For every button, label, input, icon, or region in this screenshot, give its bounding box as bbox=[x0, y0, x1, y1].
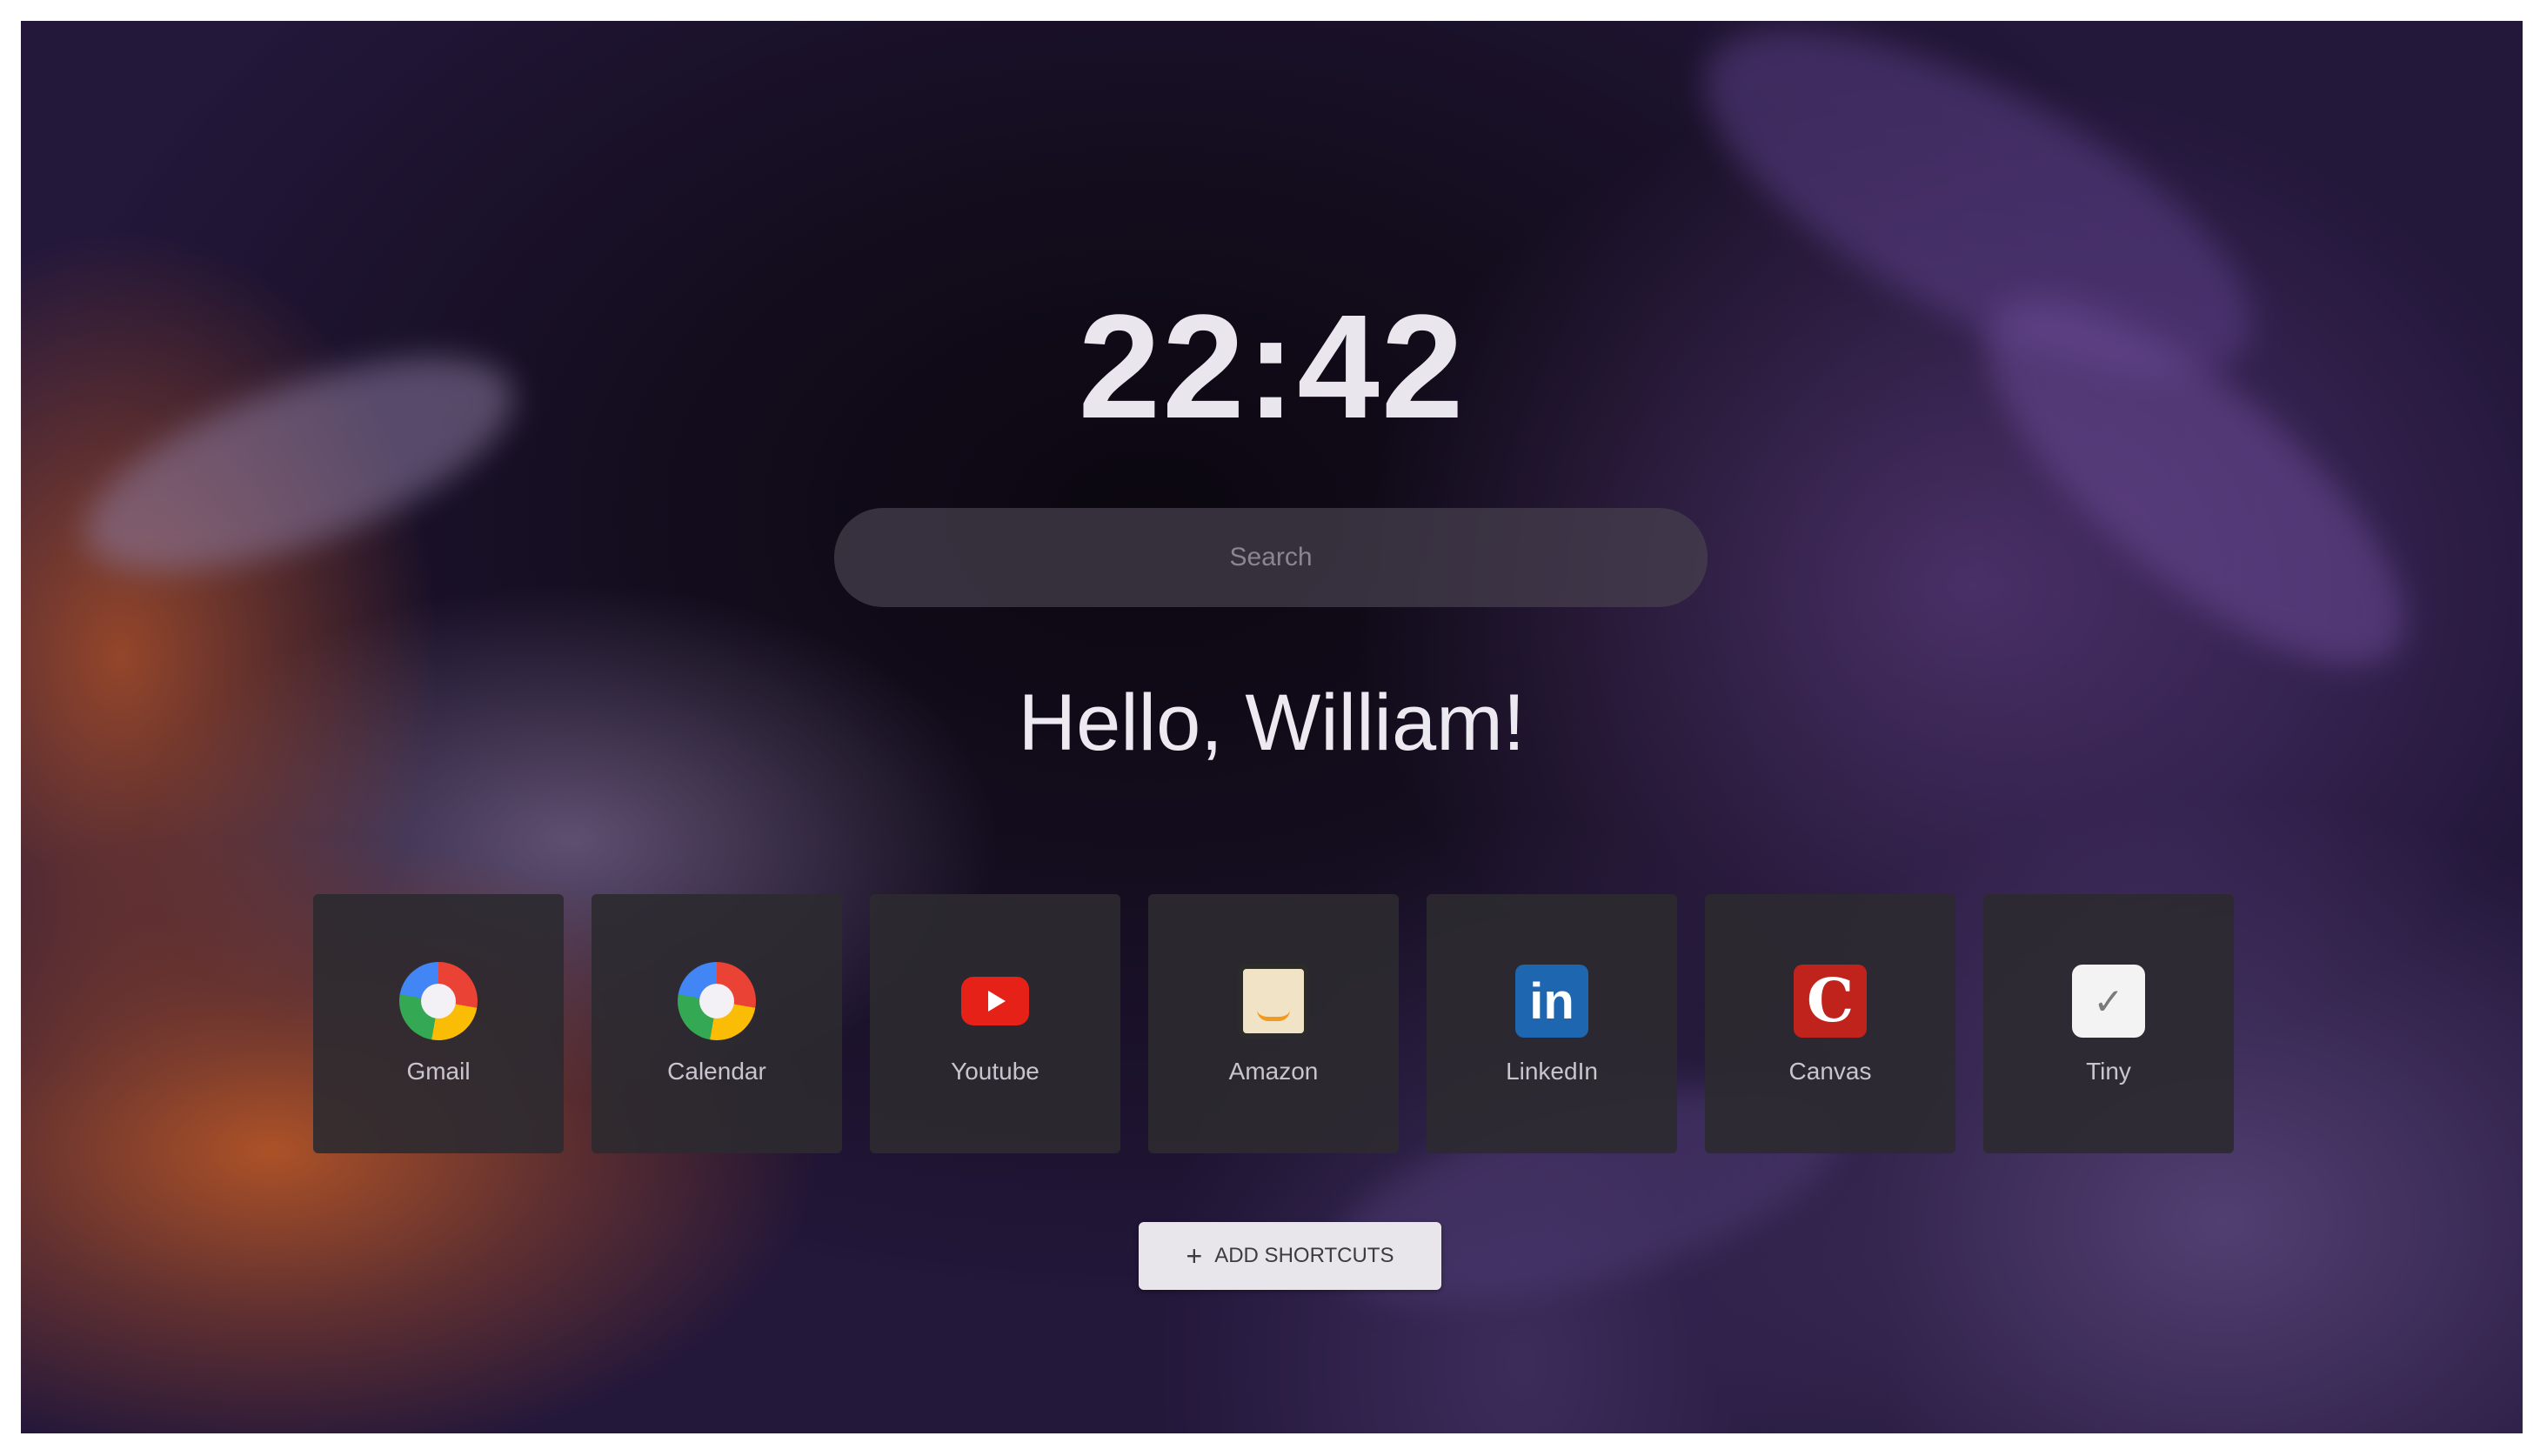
shortcut-youtube[interactable]: Youtube bbox=[870, 894, 1120, 1153]
shortcut-canvas[interactable]: C Canvas bbox=[1705, 894, 1955, 1153]
greeting-text: Hello, William! bbox=[1018, 678, 1526, 767]
tiny-icon: ✓ bbox=[2069, 962, 2148, 1040]
shortcut-label: Canvas bbox=[1788, 1058, 1872, 1085]
clock-display: 22:42 bbox=[1078, 284, 1466, 450]
shortcut-label: Tiny bbox=[2086, 1058, 2131, 1085]
add-shortcuts-button[interactable]: + ADD SHORTCUTS bbox=[1139, 1222, 1441, 1290]
shortcut-amazon[interactable]: Amazon bbox=[1148, 894, 1399, 1153]
google-icon bbox=[399, 962, 478, 1040]
shortcut-label: LinkedIn bbox=[1506, 1058, 1598, 1085]
shortcut-label: Amazon bbox=[1228, 1058, 1319, 1085]
shortcut-label: Calendar bbox=[667, 1058, 766, 1085]
new-tab-page: 22:42 Hello, William! Gmail Calendar You… bbox=[21, 21, 2523, 1433]
add-shortcuts-label: ADD SHORTCUTS bbox=[1214, 1244, 1394, 1267]
canvas-icon: C bbox=[1791, 962, 1869, 1040]
shortcuts-grid: Gmail Calendar Youtube Amazon in LinkedI… bbox=[313, 894, 2234, 1153]
youtube-icon bbox=[956, 962, 1034, 1040]
shortcut-tiny[interactable]: ✓ Tiny bbox=[1983, 894, 2234, 1153]
shortcut-calendar[interactable]: Calendar bbox=[592, 894, 842, 1153]
plus-icon: + bbox=[1186, 1239, 1203, 1272]
shortcut-label: Gmail bbox=[406, 1058, 471, 1085]
shortcut-label: Youtube bbox=[951, 1058, 1039, 1085]
shortcut-linkedin[interactable]: in LinkedIn bbox=[1427, 894, 1677, 1153]
search-input[interactable] bbox=[834, 508, 1708, 607]
shortcut-gmail[interactable]: Gmail bbox=[313, 894, 564, 1153]
google-icon bbox=[678, 962, 756, 1040]
linkedin-icon: in bbox=[1513, 962, 1591, 1040]
amazon-icon bbox=[1234, 962, 1313, 1040]
